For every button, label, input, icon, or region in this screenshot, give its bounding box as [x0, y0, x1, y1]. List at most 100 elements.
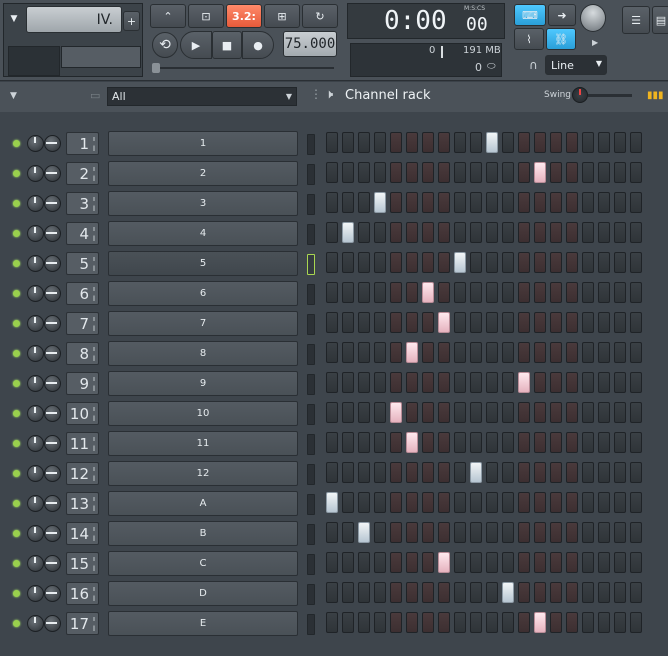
step-button[interactable] [390, 312, 402, 333]
step-button[interactable] [438, 162, 450, 183]
step-button[interactable] [406, 222, 418, 243]
step-button[interactable] [470, 192, 482, 213]
mute-led[interactable] [13, 590, 20, 597]
step-button[interactable] [502, 312, 514, 333]
link-tool-icon[interactable]: ⛓ [546, 28, 576, 50]
step-button[interactable] [550, 312, 562, 333]
step-button[interactable] [486, 552, 498, 573]
volume-knob[interactable] [27, 495, 44, 512]
step-button[interactable] [406, 312, 418, 333]
step-button[interactable] [582, 372, 594, 393]
step-button[interactable] [438, 402, 450, 423]
mixer-track-number[interactable]: 11 [66, 432, 99, 455]
step-button[interactable] [358, 372, 370, 393]
step-button[interactable] [374, 372, 386, 393]
metronome-button[interactable]: ⌃ [150, 4, 186, 28]
step-button[interactable] [630, 132, 642, 153]
step-button[interactable] [454, 372, 466, 393]
step-button[interactable] [326, 402, 338, 423]
mixer-track-number[interactable]: 1 [66, 132, 99, 155]
step-button[interactable] [454, 312, 466, 333]
mixer-track-number[interactable]: 8 [66, 342, 99, 365]
step-button[interactable] [630, 402, 642, 423]
mute-led[interactable] [13, 530, 20, 537]
channel-name-button[interactable]: E [108, 611, 298, 636]
headphone-icon[interactable]: ∩ [529, 58, 538, 72]
step-button[interactable] [534, 492, 546, 513]
step-button[interactable] [438, 432, 450, 453]
step-button[interactable] [422, 492, 434, 513]
step-button[interactable] [470, 432, 482, 453]
step-button[interactable] [630, 372, 642, 393]
step-button[interactable] [534, 282, 546, 303]
step-button[interactable] [390, 402, 402, 423]
step-button[interactable] [614, 462, 626, 483]
pattern-menu-icon[interactable]: ▼ [7, 12, 21, 26]
step-button[interactable] [390, 342, 402, 363]
step-button[interactable] [598, 552, 610, 573]
play-button[interactable]: ▶ [180, 31, 212, 59]
step-button[interactable] [614, 342, 626, 363]
step-button[interactable] [406, 132, 418, 153]
step-button[interactable] [518, 252, 530, 273]
mute-led[interactable] [13, 200, 20, 207]
step-button[interactable] [454, 492, 466, 513]
step-button[interactable] [470, 492, 482, 513]
step-button[interactable] [486, 192, 498, 213]
pan-knob[interactable] [44, 405, 61, 422]
step-button[interactable] [326, 192, 338, 213]
channel-select-indicator[interactable] [307, 494, 315, 515]
step-button[interactable] [326, 372, 338, 393]
pan-knob[interactable] [44, 285, 61, 302]
step-button[interactable] [406, 282, 418, 303]
step-button[interactable] [470, 582, 482, 603]
mute-led[interactable] [13, 350, 20, 357]
step-button[interactable] [406, 582, 418, 603]
step-button[interactable] [518, 432, 530, 453]
mixer-track-number[interactable]: 17 [66, 612, 99, 635]
step-button[interactable] [406, 192, 418, 213]
step-button[interactable] [550, 612, 562, 633]
step-button[interactable] [470, 252, 482, 273]
step-button[interactable] [422, 252, 434, 273]
step-button[interactable] [390, 222, 402, 243]
channel-select-indicator[interactable] [307, 254, 315, 275]
step-button[interactable] [438, 372, 450, 393]
step-button[interactable] [342, 222, 354, 243]
step-button[interactable] [566, 582, 578, 603]
expand-arrow-icon[interactable]: ▶ [592, 38, 598, 47]
channel-name-button[interactable]: 12 [108, 461, 298, 486]
mixer-track-number[interactable]: 14 [66, 522, 99, 545]
step-button[interactable] [358, 162, 370, 183]
step-button[interactable] [390, 552, 402, 573]
step-button[interactable] [326, 492, 338, 513]
step-button[interactable] [358, 342, 370, 363]
wait-input-button[interactable]: ⊡ [188, 4, 224, 28]
step-button[interactable] [582, 252, 594, 273]
mixer-track-number[interactable]: 5 [66, 252, 99, 275]
step-button[interactable] [486, 522, 498, 543]
step-button[interactable] [422, 522, 434, 543]
step-button[interactable] [534, 522, 546, 543]
mute-led[interactable] [13, 260, 20, 267]
step-button[interactable] [438, 282, 450, 303]
volume-knob[interactable] [27, 405, 44, 422]
channel-name-button[interactable]: 2 [108, 161, 298, 186]
step-button[interactable] [454, 402, 466, 423]
step-button[interactable] [390, 522, 402, 543]
step-button[interactable] [374, 612, 386, 633]
step-button[interactable] [326, 432, 338, 453]
step-button[interactable] [550, 582, 562, 603]
step-button[interactable] [342, 162, 354, 183]
channel-select-indicator[interactable] [307, 164, 315, 185]
mute-led[interactable] [13, 380, 20, 387]
channel-name-button[interactable]: D [108, 581, 298, 606]
step-button[interactable] [502, 372, 514, 393]
step-button[interactable] [518, 342, 530, 363]
step-button[interactable] [374, 222, 386, 243]
step-button[interactable] [614, 162, 626, 183]
step-button[interactable] [598, 162, 610, 183]
step-button[interactable] [454, 342, 466, 363]
step-button[interactable] [518, 402, 530, 423]
step-button[interactable] [358, 282, 370, 303]
